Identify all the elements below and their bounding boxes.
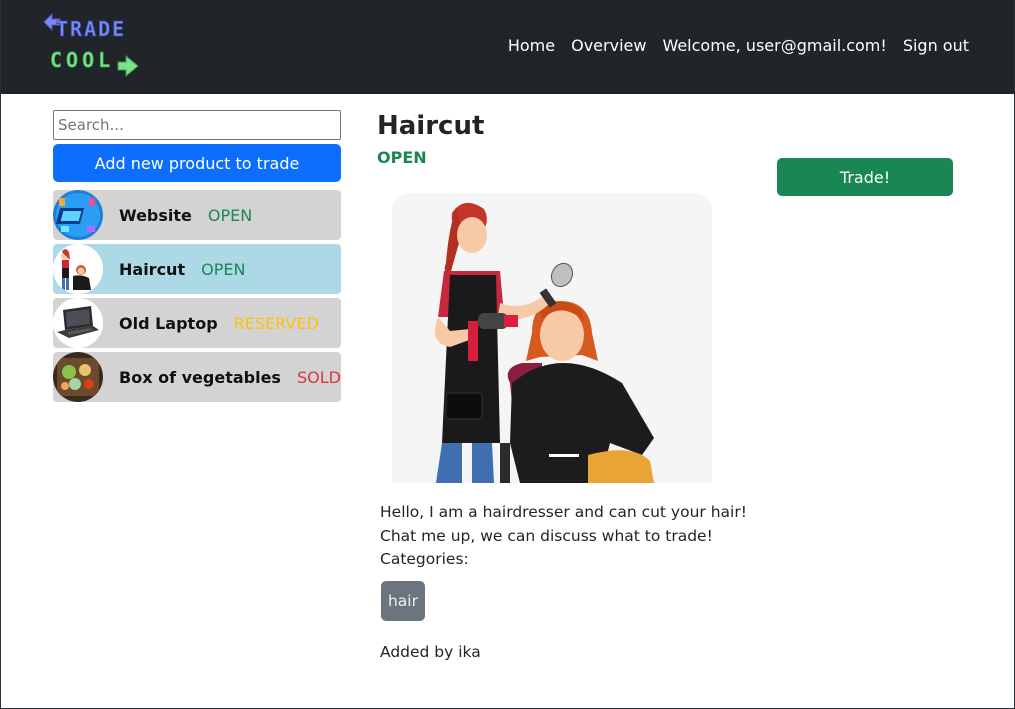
product-title: Haircut — [377, 111, 485, 141]
categories-label: Categories: — [380, 550, 469, 568]
category-badge[interactable]: hair — [381, 581, 425, 621]
svg-text:TRADE: TRADE — [56, 17, 126, 41]
product-name: Old Laptop — [119, 313, 218, 333]
sidebar: Add new product to trade Website OPEN — [53, 110, 341, 406]
carousel-prev-control[interactable] — [392, 193, 432, 483]
product-item-box-of-vegetables[interactable]: Box of vegetables SOLD — [53, 352, 341, 402]
carousel-indicator[interactable] — [549, 454, 579, 457]
top-navbar: TRADE COOL Home Overview Welcome, user@g… — [0, 0, 1015, 94]
product-description: Hello, I am a hairdresser and can cut yo… — [380, 503, 747, 545]
image-carousel — [392, 193, 712, 483]
haircut-illustration — [392, 193, 712, 483]
product-detail: Haircut OPEN Trade! Hello, I am a hairdr… — [377, 108, 957, 661]
product-item-haircut[interactable]: Haircut OPEN — [53, 244, 341, 294]
product-status: SOLD — [296, 367, 341, 387]
product-status: OPEN — [201, 259, 246, 279]
product-item-website[interactable]: Website OPEN — [53, 190, 341, 240]
nav-home-link[interactable]: Home — [508, 36, 555, 55]
nav-overview-link[interactable]: Overview — [571, 36, 646, 55]
carousel-next-control[interactable] — [672, 193, 712, 483]
website-thumbnail — [53, 190, 103, 240]
search-input[interactable] — [53, 110, 341, 140]
added-by-text: Added by ika — [380, 643, 481, 661]
nav-signout-link[interactable]: Sign out — [903, 36, 969, 55]
trade-cool-logo[interactable]: TRADE COOL — [40, 12, 144, 82]
product-list: Website OPEN Haircut OPEN Old Laptop RES… — [53, 190, 341, 402]
laptop-thumbnail — [53, 298, 103, 348]
product-status: OPEN — [207, 205, 253, 225]
product-name: Box of vegetables — [119, 367, 281, 387]
svg-text:COOL: COOL — [50, 48, 114, 72]
trade-button[interactable]: Trade! — [777, 158, 953, 196]
nav-links: Home Overview Welcome, user@gmail.com! S… — [508, 36, 969, 55]
haircut-thumbnail — [53, 244, 103, 294]
product-name: Website — [119, 205, 192, 225]
add-product-button[interactable]: Add new product to trade — [53, 144, 341, 182]
product-name: Haircut — [119, 259, 186, 279]
vegetables-thumbnail — [53, 352, 103, 402]
product-item-old-laptop[interactable]: Old Laptop RESERVED — [53, 298, 341, 348]
nav-welcome-link[interactable]: Welcome, user@gmail.com! — [662, 36, 886, 55]
product-status: RESERVED — [233, 313, 319, 333]
